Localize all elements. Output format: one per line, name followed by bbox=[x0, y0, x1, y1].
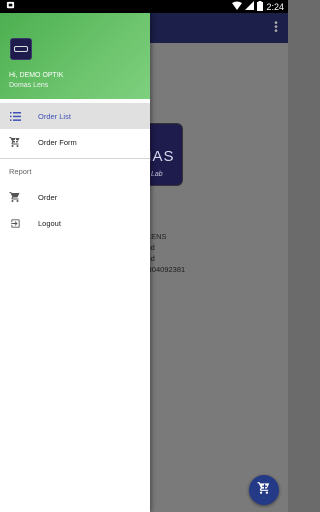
drawer-header: Hi, DEMO OPTIK Domas Lens bbox=[0, 13, 150, 99]
nav-item-order-form[interactable]: Order Form bbox=[0, 129, 150, 155]
list-icon bbox=[8, 109, 22, 123]
nav-item-label: Logout bbox=[38, 218, 61, 228]
logout-icon bbox=[8, 216, 22, 230]
nav-item-label: Order Form bbox=[38, 137, 77, 147]
nav-item-order-list[interactable]: Order List bbox=[0, 103, 150, 129]
status-bar: 2:24 bbox=[0, 0, 288, 13]
nav-item-label: Order bbox=[38, 192, 58, 202]
cart-add-icon bbox=[8, 135, 22, 149]
overflow-menu-icon[interactable]: • • • bbox=[274, 19, 278, 37]
avatar bbox=[10, 38, 32, 60]
drawer-divider bbox=[0, 158, 150, 159]
nav-item-label: Order List bbox=[38, 111, 71, 121]
battery-icon bbox=[257, 0, 264, 13]
order-fab-button[interactable] bbox=[249, 475, 279, 505]
cart-icon bbox=[8, 190, 22, 204]
section-label-report: Report bbox=[9, 167, 32, 176]
clock-text: 2:24 bbox=[266, 1, 284, 12]
nav-item-logout[interactable]: Logout bbox=[0, 210, 150, 236]
navigation-drawer: Hi, DEMO OPTIK Domas Lens Order List Ord… bbox=[0, 13, 150, 512]
cart-add-icon bbox=[257, 481, 271, 500]
signal-icon bbox=[245, 1, 255, 12]
wifi-icon bbox=[232, 1, 243, 12]
notification-icon bbox=[6, 1, 15, 12]
nav-item-order[interactable]: Order bbox=[0, 184, 150, 210]
user-subtitle: Domas Lens bbox=[9, 82, 49, 89]
user-greeting: Hi, DEMO OPTIK bbox=[9, 72, 64, 79]
